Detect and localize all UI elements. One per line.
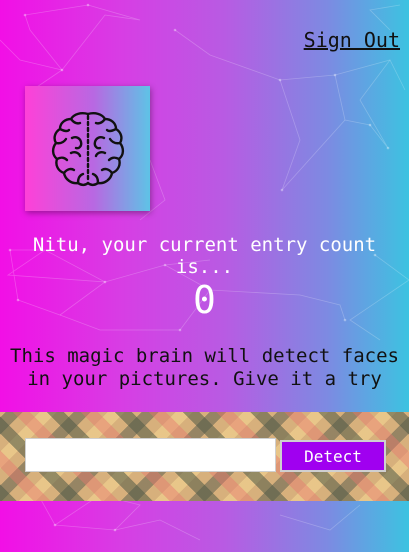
entry-count-text-line1: Nitu, your current entry count: [32, 234, 377, 256]
logo-card: [25, 86, 150, 211]
detect-button[interactable]: Detect: [280, 440, 386, 472]
entry-count-value: 0: [193, 278, 216, 322]
brain-icon: [51, 111, 124, 186]
app-description: This magic brain will detect faces in yo…: [0, 345, 409, 391]
entry-count-text-line2: is...: [175, 256, 234, 278]
image-url-form: Detect: [0, 412, 409, 501]
image-url-input[interactable]: [25, 438, 276, 472]
description-line1: This magic brain will detect faces: [10, 345, 399, 367]
entry-count-message: Nitu, your current entry count is...: [0, 234, 409, 278]
sign-out-link[interactable]: Sign Out: [304, 28, 400, 52]
description-line2: in your pictures. Give it a try: [27, 368, 382, 390]
